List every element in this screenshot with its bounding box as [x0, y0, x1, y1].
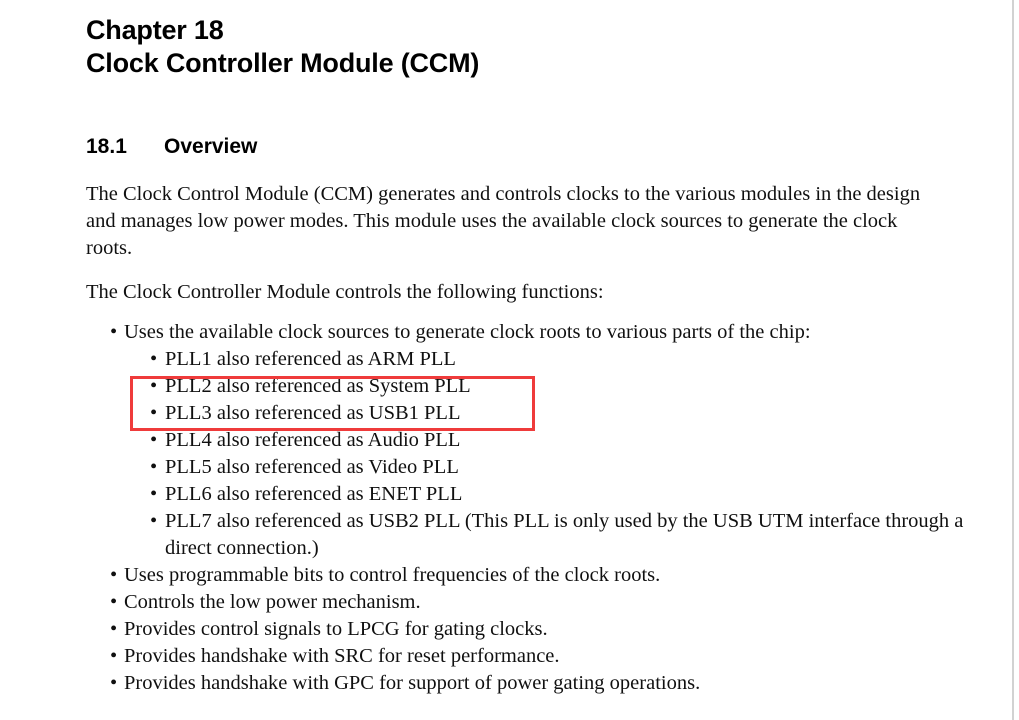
- bullet-icon: •: [110, 564, 118, 586]
- list-item-label: PLL6 also referenced as ENET PLL: [165, 483, 463, 505]
- bullet-icon: •: [150, 375, 158, 397]
- bullet-icon: •: [110, 672, 118, 694]
- bullet-icon: •: [110, 321, 118, 343]
- page-title: Chapter 18 Clock Controller Module (CCM): [86, 0, 946, 80]
- section-number: 18.1: [86, 135, 127, 158]
- list-item-label: Uses the available clock sources to gene…: [124, 321, 811, 343]
- functions-list: • Uses the available clock sources to ge…: [86, 306, 963, 697]
- list-item: • PLL5 also referenced as Video PLL: [124, 454, 946, 481]
- list-item-highlighted: • PLL2 also referenced as System PLL: [124, 373, 946, 400]
- list-item-label: Provides handshake with GPC for support …: [124, 672, 701, 694]
- bullet-icon: •: [150, 402, 158, 424]
- list-item: • Uses programmable bits to control freq…: [86, 562, 946, 589]
- list-item-highlighted: • PLL3 also referenced as USB1 PLL: [124, 400, 946, 427]
- list-item-label: Provides control signals to LPCG for gat…: [124, 618, 548, 640]
- list-item-label: PLL2 also referenced as System PLL: [165, 375, 471, 397]
- section-title: Overview: [164, 135, 258, 158]
- pll-sublist: • PLL1 also referenced as ARM PLL • PLL2…: [124, 346, 963, 562]
- bullet-icon: •: [110, 645, 118, 667]
- list-item-label: PLL5 also referenced as Video PLL: [165, 456, 459, 478]
- document-page: Chapter 18 Clock Controller Module (CCM)…: [0, 0, 1013, 720]
- list-item: • Provides handshake with SRC for reset …: [86, 643, 946, 670]
- bullet-icon: •: [150, 483, 158, 505]
- list-item: • PLL4 also referenced as Audio PLL: [124, 427, 946, 454]
- bullet-icon: •: [150, 348, 158, 370]
- overview-paragraph-2: The Clock Controller Module controls the…: [86, 281, 604, 303]
- list-item: • Provides control signals to LPCG for g…: [86, 616, 946, 643]
- bullet-icon: •: [110, 618, 118, 640]
- list-item-label: Provides handshake with SRC for reset pe…: [124, 645, 560, 667]
- document-content: Chapter 18 Clock Controller Module (CCM)…: [86, 0, 963, 697]
- list-item: • Controls the low power mechanism.: [86, 589, 946, 616]
- bullet-icon: •: [150, 429, 158, 451]
- bullet-icon: •: [150, 456, 158, 478]
- bullet-icon: •: [150, 510, 158, 532]
- list-item-label: Uses programmable bits to control freque…: [124, 564, 661, 586]
- list-item: • PLL7 also referenced as USB2 PLL (This…: [124, 508, 965, 562]
- list-item: • Uses the available clock sources to ge…: [86, 319, 963, 562]
- list-item-label: PLL3 also referenced as USB1 PLL: [165, 402, 461, 424]
- list-item-label: PLL1 also referenced as ARM PLL: [165, 348, 456, 370]
- list-item-label: Controls the low power mechanism.: [124, 591, 421, 613]
- chapter-name-line: Clock Controller Module (CCM): [86, 48, 480, 78]
- chapter-number-line: Chapter 18: [86, 15, 224, 45]
- list-item-label: PLL7 also referenced as USB2 PLL (This P…: [165, 510, 964, 559]
- list-item: • Provides handshake with GPC for suppor…: [86, 670, 946, 697]
- list-item: • PLL1 also referenced as ARM PLL: [124, 346, 946, 373]
- page-outer-margin: [1014, 0, 1019, 720]
- bullet-icon: •: [110, 591, 118, 613]
- section-heading: 18.1 Overview: [86, 80, 946, 159]
- list-item-label: PLL4 also referenced as Audio PLL: [165, 429, 461, 451]
- overview-paragraph-1: The Clock Control Module (CCM) generates…: [86, 183, 921, 259]
- list-item: • PLL6 also referenced as ENET PLL: [124, 481, 946, 508]
